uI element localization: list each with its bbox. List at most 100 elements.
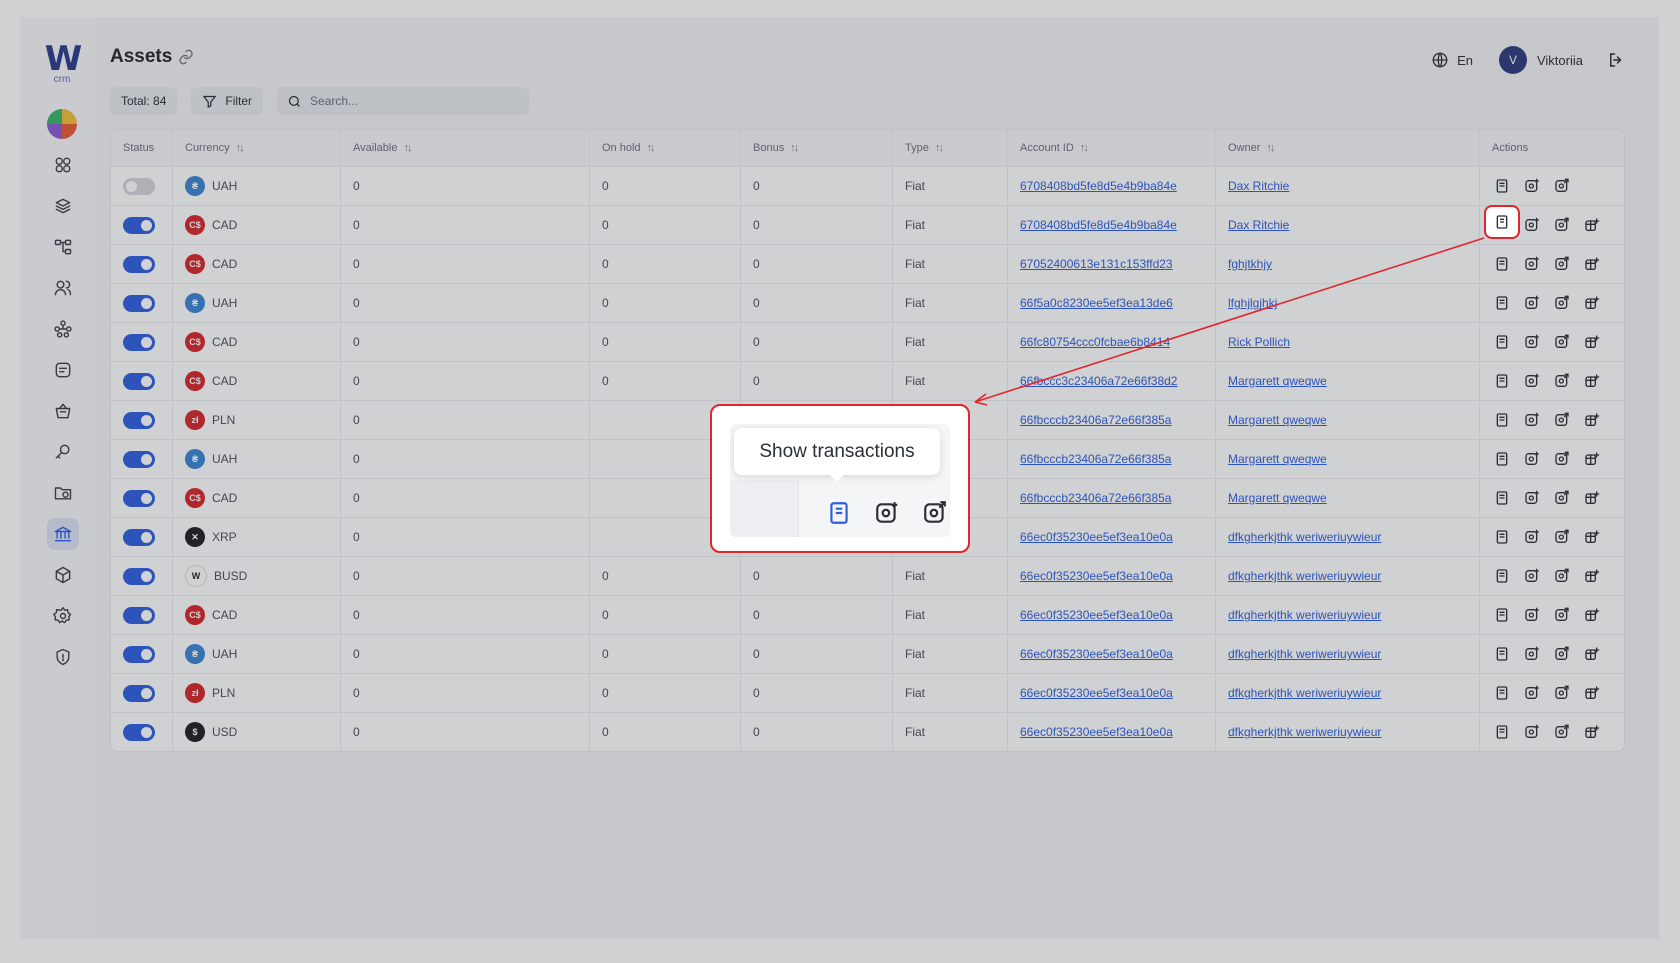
action-withdraw-button[interactable] (1552, 176, 1572, 196)
action-receipt-button[interactable] (1492, 566, 1512, 586)
owner-link[interactable]: fghjtkhjy (1228, 257, 1272, 271)
action-withdraw-button[interactable] (1552, 371, 1572, 391)
account-id-link[interactable]: 67052400613e131c153ffd23 (1020, 257, 1173, 271)
user-name[interactable]: Viktoriia (1537, 53, 1583, 68)
owner-link[interactable]: Dax Ritchie (1228, 179, 1289, 193)
action-bonus-button[interactable] (1582, 449, 1602, 469)
status-toggle[interactable] (123, 450, 155, 468)
account-id-link[interactable]: 66ec0f35230ee5ef3ea10e0a (1020, 725, 1173, 739)
status-toggle[interactable] (123, 294, 155, 312)
owner-link[interactable]: dfkgherkjthk weriweriuywieur (1228, 686, 1381, 700)
action-deposit-button[interactable] (1522, 215, 1542, 235)
sort-icon[interactable]: ↑↓ (1266, 142, 1275, 154)
action-receipt-button[interactable] (1492, 449, 1512, 469)
status-toggle[interactable] (123, 411, 155, 429)
sort-icon[interactable]: ↑↓ (935, 142, 944, 154)
action-withdraw-button[interactable] (1552, 449, 1572, 469)
sidebar-item-layers[interactable] (47, 190, 79, 222)
action-bonus-button[interactable] (1582, 605, 1602, 625)
receipt-icon[interactable] (826, 500, 852, 526)
action-withdraw-button[interactable] (1552, 410, 1572, 430)
owner-link[interactable]: Rick Pollich (1228, 335, 1290, 349)
withdraw-icon[interactable] (922, 500, 948, 526)
action-deposit-button[interactable] (1522, 293, 1542, 313)
sidebar-item-cube[interactable] (47, 559, 79, 591)
owner-link[interactable]: dfkgherkjthk weriweriuywieur (1228, 647, 1381, 661)
owner-link[interactable]: Margarett qweqwe (1228, 374, 1327, 388)
sidebar-item-notes[interactable] (47, 354, 79, 386)
owner-link[interactable]: dfkgherkjthk weriweriuywieur (1228, 569, 1381, 583)
action-deposit-button[interactable] (1522, 566, 1542, 586)
account-id-link[interactable]: 66ec0f35230ee5ef3ea10e0a (1020, 686, 1173, 700)
owner-link[interactable]: Dax Ritchie (1228, 218, 1289, 232)
sidebar-item-settings[interactable] (47, 600, 79, 632)
status-toggle[interactable] (123, 333, 155, 351)
status-toggle[interactable] (123, 684, 155, 702)
logout-icon[interactable] (1607, 51, 1625, 69)
status-toggle[interactable] (123, 606, 155, 624)
search-input[interactable]: Search... (277, 87, 530, 115)
owner-link[interactable]: lfghjlgjhkj (1228, 296, 1277, 310)
filter-button[interactable]: Filter (191, 87, 264, 115)
copy-link-icon[interactable] (178, 49, 194, 65)
sidebar-item-users[interactable] (47, 272, 79, 304)
column-header[interactable]: On hold ↑↓ (590, 130, 741, 166)
action-withdraw-button[interactable] (1552, 332, 1572, 352)
column-header[interactable]: Bonus ↑↓ (741, 130, 893, 166)
action-bonus-button[interactable] (1582, 293, 1602, 313)
action-receipt-button[interactable] (1492, 683, 1512, 703)
action-bonus-button[interactable] (1582, 683, 1602, 703)
status-toggle[interactable] (123, 177, 155, 195)
action-receipt-button[interactable] (1492, 410, 1512, 430)
column-header[interactable]: Owner ↑↓ (1216, 130, 1480, 166)
status-toggle[interactable] (123, 723, 155, 741)
account-id-link[interactable]: 66ec0f35230ee5ef3ea10e0a (1020, 530, 1173, 544)
sort-icon[interactable]: ↑↓ (647, 142, 656, 154)
status-toggle[interactable] (123, 216, 155, 234)
status-toggle[interactable] (123, 645, 155, 663)
action-withdraw-button[interactable] (1552, 644, 1572, 664)
action-bonus-button[interactable] (1582, 488, 1602, 508)
owner-link[interactable]: dfkgherkjthk weriweriuywieur (1228, 608, 1381, 622)
status-toggle[interactable] (123, 489, 155, 507)
action-deposit-button[interactable] (1522, 605, 1542, 625)
action-receipt-button[interactable] (1492, 293, 1512, 313)
action-bonus-button[interactable] (1582, 371, 1602, 391)
action-bonus-button[interactable] (1582, 644, 1602, 664)
status-toggle[interactable] (123, 528, 155, 546)
action-withdraw-button[interactable] (1552, 254, 1572, 274)
owner-link[interactable]: dfkgherkjthk weriweriuywieur (1228, 530, 1381, 544)
owner-link[interactable]: Margarett qweqwe (1228, 491, 1327, 505)
action-deposit-button[interactable] (1522, 254, 1542, 274)
avatar[interactable]: V (1498, 46, 1527, 74)
sidebar-item-hierarchy[interactable] (47, 231, 79, 263)
account-id-link[interactable]: 66f5a0c8230ee5ef3ea13de6 (1020, 296, 1173, 310)
language-switcher[interactable]: En (1431, 51, 1473, 69)
action-bonus-button[interactable] (1582, 566, 1602, 586)
account-id-link[interactable]: 66fc80754ccc0fcbae6b8414 (1020, 335, 1170, 349)
sidebar-item-network[interactable] (47, 313, 79, 345)
sidebar-item-folder[interactable] (47, 477, 79, 509)
action-receipt-button[interactable] (1492, 644, 1512, 664)
action-withdraw-button[interactable] (1552, 605, 1572, 625)
account-id-link[interactable]: 66fbcccb23406a72e66f385a (1020, 413, 1171, 427)
sort-icon[interactable]: ↑↓ (790, 142, 799, 154)
action-withdraw-button[interactable] (1552, 293, 1572, 313)
action-deposit-button[interactable] (1522, 488, 1542, 508)
account-id-link[interactable]: 6708408bd5fe8d5e4b9ba84e (1020, 218, 1177, 232)
column-header[interactable]: Available ↑↓ (341, 130, 590, 166)
sidebar-item-basket[interactable] (47, 395, 79, 427)
action-receipt-button[interactable] (1492, 488, 1512, 508)
action-bonus-button[interactable] (1582, 254, 1602, 274)
owner-link[interactable]: Margarett qweqwe (1228, 413, 1327, 427)
sidebar-item-shield[interactable] (47, 641, 79, 673)
sidebar-item-key[interactable] (47, 436, 79, 468)
pie-chart-icon[interactable] (47, 109, 77, 139)
account-id-link[interactable]: 66fbcccb23406a72e66f385a (1020, 491, 1171, 505)
action-receipt-button[interactable] (1492, 332, 1512, 352)
action-bonus-button[interactable] (1582, 332, 1602, 352)
action-deposit-button[interactable] (1522, 644, 1542, 664)
column-header[interactable]: Type ↑↓ (893, 130, 1008, 166)
action-deposit-button[interactable] (1522, 449, 1542, 469)
owner-link[interactable]: dfkgherkjthk weriweriuywieur (1228, 725, 1381, 739)
